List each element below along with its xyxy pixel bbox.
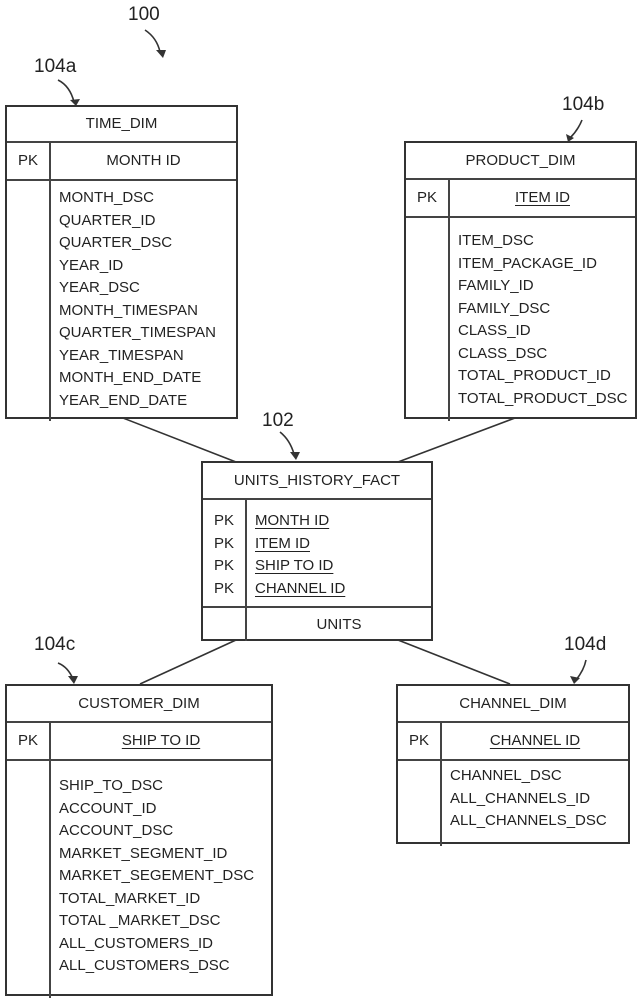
units-history-fact-table: UNITS_HISTORY_FACT PK PK PK PK MONTH ID …: [201, 461, 433, 641]
pk-label: PK: [398, 723, 442, 759]
field: ALL_CUSTOMERS_ID: [59, 934, 213, 952]
pk-label: PK: [406, 180, 450, 216]
field: TOTAL_MARKET_ID: [59, 889, 201, 907]
field: FAMILY_ID: [458, 277, 534, 294]
field: TOTAL_PRODUCT_ID: [458, 367, 611, 384]
product-dim-table: PRODUCT_DIM PK ITEM ID ITEM_DSC ITEM_PAC…: [404, 141, 637, 421]
arrow-104a: [57, 79, 75, 103]
field: ALL_CHANNELS_ID: [450, 789, 591, 807]
field: ACCOUNT_ID: [59, 799, 157, 817]
table-title: PRODUCT_DIM: [406, 143, 635, 180]
primary-key: CHANNEL ID: [489, 732, 581, 749]
label-104d: 104d: [564, 634, 607, 655]
primary-key: CHANNEL ID: [255, 579, 346, 597]
arrow-100: [144, 29, 161, 53]
field: TOTAL_PRODUCT_DSC: [458, 389, 628, 407]
field: ACCOUNT_DSC: [59, 822, 174, 839]
field: TOTAL _MARKET_DSC: [59, 912, 221, 929]
field: CLASS_ID: [458, 322, 531, 339]
pk-label: PK: [213, 534, 234, 552]
pk-label: PK: [7, 723, 51, 759]
pk-label: PK: [213, 579, 234, 597]
product-fact-link: [397, 417, 516, 463]
field: MONTH_TIMESPAN: [59, 301, 198, 319]
field: QUARTER_ID: [59, 211, 156, 229]
primary-key: ITEM ID: [255, 534, 310, 552]
field: YEAR_ID: [59, 256, 124, 274]
table-title: CHANNEL_DIM: [398, 686, 628, 723]
arrow-104d: [575, 659, 587, 681]
pk-label: PK: [213, 512, 234, 529]
primary-key: MONTH ID: [106, 152, 181, 169]
field: CHANNEL_DSC: [450, 767, 562, 784]
label-104a: 104a: [34, 56, 77, 77]
field: YEAR_END_DATE: [59, 391, 188, 409]
table-title: TIME_DIM: [7, 107, 236, 143]
primary-key: SHIP TO ID: [255, 557, 334, 574]
field: ITEM_PACKAGE_ID: [458, 254, 597, 272]
arrow-102: [279, 431, 295, 455]
primary-key: MONTH ID: [255, 512, 330, 529]
table-title: CUSTOMER_DIM: [7, 686, 271, 723]
primary-key: ITEM ID: [515, 189, 570, 206]
field: MARKET_SEGMENT_ID: [59, 844, 228, 862]
time-fact-link: [122, 417, 237, 463]
arrow-104b: [569, 119, 583, 139]
field: FAMILY_DSC: [458, 299, 551, 317]
table-title: UNITS_HISTORY_FACT: [203, 463, 431, 500]
time-dim-table: TIME_DIM PK MONTH ID MONTH_DSC QUARTER_I…: [5, 105, 238, 421]
field: QUARTER_DSC: [59, 234, 173, 251]
label-104b: 104b: [562, 94, 605, 115]
label-100: 100: [128, 4, 160, 25]
fact-channel-link: [397, 639, 511, 685]
pk-label: PK: [7, 143, 51, 179]
channel-dim-table: CHANNEL_DIM PK CHANNEL ID CHANNEL_DSC AL…: [396, 684, 630, 846]
field: SHIP_TO_DSC: [59, 777, 163, 794]
label-102: 102: [262, 410, 294, 431]
field: CLASS_DSC: [458, 344, 548, 362]
measure: UNITS: [316, 616, 362, 633]
field: YEAR_DSC: [59, 279, 140, 296]
field: YEAR_TIMESPAN: [59, 346, 184, 364]
field: MONTH_END_DATE: [59, 369, 202, 386]
field: MONTH_DSC: [59, 189, 155, 206]
label-104c: 104c: [34, 634, 76, 655]
fact-customer-link: [139, 639, 237, 685]
customer-dim-table: CUSTOMER_DIM PK SHIP TO ID SHIP_TO_DSC A…: [5, 684, 273, 998]
primary-key: SHIP TO ID: [121, 732, 201, 749]
field: ITEM_DSC: [458, 232, 534, 249]
pk-label: PK: [213, 557, 234, 574]
field: MARKET_SEGEMENT_DSC: [59, 867, 255, 884]
field: ALL_CHANNELS_DSC: [450, 812, 607, 829]
field: ALL_CUSTOMERS_DSC: [59, 957, 230, 974]
field: QUARTER_TIMESPAN: [59, 324, 216, 341]
